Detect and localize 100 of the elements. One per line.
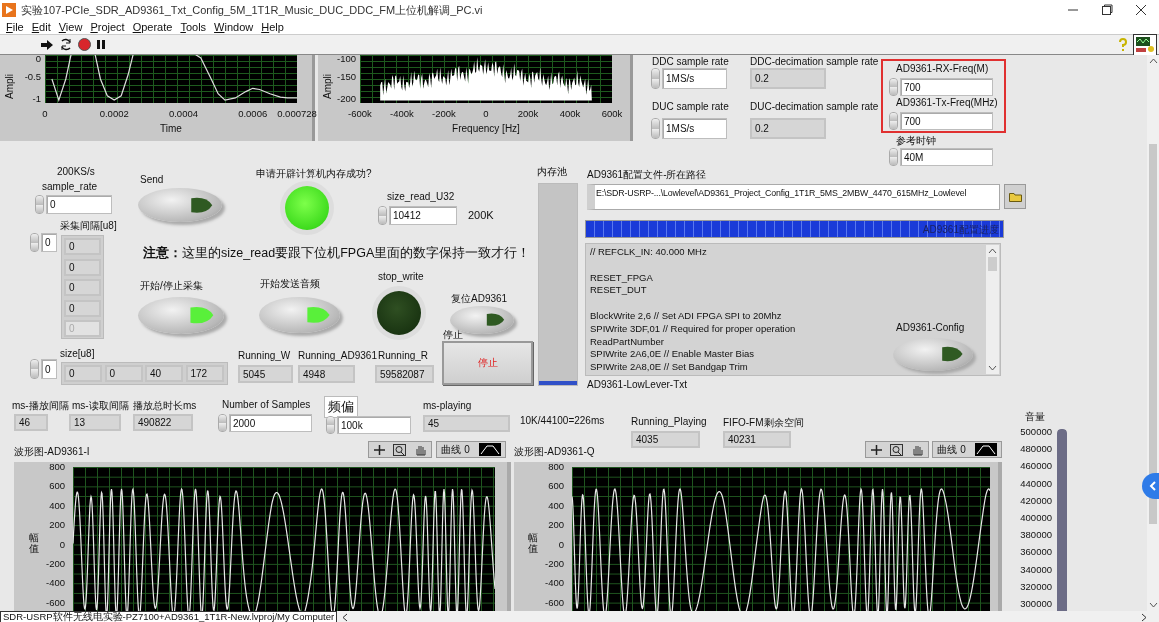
toggle-button[interactable] xyxy=(138,188,222,222)
array-element: 0 xyxy=(64,279,101,296)
menu-item[interactable]: File xyxy=(6,21,24,33)
button-label: 停止 xyxy=(443,328,463,342)
field-label: DUC sample rate xyxy=(652,101,729,112)
axis-tick-label: 0.000728 xyxy=(276,108,318,119)
numeric-indicator: 13 xyxy=(69,414,121,431)
scrollbar-thumb[interactable] xyxy=(1149,144,1157,524)
chevron-left-icon[interactable] xyxy=(1148,481,1156,491)
indicator-label: 申请开辟计算机内存成功? xyxy=(256,167,372,181)
toggle-button[interactable] xyxy=(138,297,224,334)
axis-tick-label: 800 xyxy=(49,461,65,472)
scrollbar-thumb[interactable] xyxy=(988,257,997,271)
axis-tick-label: -200 xyxy=(545,558,564,569)
numeric-indicator: 5045 xyxy=(238,365,293,383)
field-label: ms-读取间隔 xyxy=(72,399,129,413)
axis-tick-label: -0.5 xyxy=(24,71,41,82)
axis-tick-label: 600 xyxy=(548,480,564,492)
axis-tick-label: 800 xyxy=(548,461,564,472)
stop-button[interactable]: 停止 xyxy=(442,341,533,385)
numeric-field[interactable]: 700 xyxy=(900,78,993,96)
volume-slider[interactable] xyxy=(1057,429,1067,611)
line-style-icon[interactable] xyxy=(974,443,997,456)
field-label: Number of Samples xyxy=(222,399,311,410)
notice-text: 注意：这里的size_read要跟下位机FPGA里面的数字保持一致才行！ xyxy=(143,245,531,262)
array-element: 0 xyxy=(104,365,143,382)
scale-tick-label: 500000 xyxy=(1019,426,1052,437)
light-icon xyxy=(188,195,214,215)
field-label: Running_AD9361 xyxy=(298,350,377,361)
menu-item[interactable]: View xyxy=(58,21,83,33)
path-field[interactable]: E:\SDR-USRP-...\Lowlevel\AD9361_Project_Config_1T1R_5MS_2MBW_4470_615MHz_Lowlevel xyxy=(587,184,1000,210)
graph-palette[interactable] xyxy=(368,441,432,458)
numeric-indicator: 4948 xyxy=(298,365,355,383)
light-icon xyxy=(305,305,332,325)
light-icon xyxy=(188,305,216,326)
folder-icon xyxy=(1008,191,1022,202)
abort-icon[interactable] xyxy=(78,38,91,51)
numeric-field[interactable]: 700 xyxy=(900,112,993,130)
text-area-label: AD9361-LowLever-Txt xyxy=(587,379,688,390)
menu-item[interactable]: Operate xyxy=(132,21,173,33)
array-index-field[interactable]: 0 xyxy=(41,359,57,379)
numeric-field[interactable]: 1MS/s xyxy=(662,118,727,139)
graph-palette[interactable] xyxy=(865,441,929,458)
button-label: 开始/停止采集 xyxy=(140,279,203,293)
project-path: SDR-USRP软件无线电实验-PZ7100+AD9361_1T1R-New.lvproj/My Computer xyxy=(0,611,338,622)
axis-label: Time xyxy=(159,123,183,134)
zoom-icon[interactable] xyxy=(393,443,407,456)
toggle-button[interactable] xyxy=(259,297,340,333)
axis-tick-label: -400 xyxy=(46,577,65,589)
numeric-field[interactable]: 40M xyxy=(900,148,993,166)
button-label: AD9361-Config xyxy=(896,322,965,333)
axis-tick-label: 0 xyxy=(558,538,564,550)
menu-item[interactable]: Window xyxy=(214,21,254,33)
plot-legend[interactable]: 曲线 0 xyxy=(436,441,506,458)
field-label: 播放总时长ms xyxy=(133,399,197,413)
axis-tick-label: -400k xyxy=(389,108,415,119)
menu-item[interactable]: Help xyxy=(261,21,284,33)
light-icon xyxy=(485,312,506,328)
field-label: DDC sample rate xyxy=(652,56,729,67)
numeric-field[interactable]: 10412 xyxy=(389,206,457,225)
menu-item[interactable]: Project xyxy=(90,21,125,33)
axis-tick-label: 200k xyxy=(516,108,540,119)
scale-tick-label: 360000 xyxy=(1019,546,1052,558)
line-style-icon[interactable] xyxy=(478,443,501,456)
numeric-field[interactable]: 100k xyxy=(337,416,411,434)
cursor-icon[interactable] xyxy=(869,443,883,456)
menu-item[interactable]: Tools xyxy=(180,21,207,33)
numeric-field[interactable]: 0 xyxy=(46,195,112,214)
button-label: 开始发送音频 xyxy=(260,277,320,291)
legend-label: 曲线 0 xyxy=(937,442,966,457)
axis-tick-label: 200 xyxy=(548,519,564,531)
array-index-field[interactable]: 0 xyxy=(41,233,57,252)
numeric-field[interactable]: 1MS/s xyxy=(662,68,727,89)
browse-button[interactable] xyxy=(1004,184,1026,209)
field-label: Running_Playing xyxy=(631,416,707,427)
field-label: AD9361-Tx-Freq(MHz) xyxy=(896,97,998,108)
pause-icon[interactable] xyxy=(96,39,106,50)
axis-tick-label: 0 xyxy=(41,108,49,119)
field-label: 频偏 xyxy=(324,396,358,418)
run-arrow-icon[interactable] xyxy=(40,38,54,51)
array-element: 40 xyxy=(145,365,183,382)
field-label: Running_W xyxy=(238,350,291,361)
zoom-icon[interactable] xyxy=(890,443,904,456)
run-continuously-icon[interactable] xyxy=(59,38,73,51)
axis-label: 幅值 xyxy=(29,532,39,554)
axis-tick-label: 0.0006 xyxy=(237,108,269,119)
axis-tick-label: 600 xyxy=(49,480,65,492)
maximize-icon[interactable] xyxy=(1101,4,1113,16)
scale-tick-label: 460000 xyxy=(1019,460,1052,472)
close-icon[interactable] xyxy=(1135,4,1147,16)
scale-tick-label: 380000 xyxy=(1019,529,1052,541)
axis-tick-label: -200k xyxy=(431,108,457,119)
cursor-icon[interactable] xyxy=(372,443,386,456)
plot-legend[interactable]: 曲线 0 xyxy=(932,441,1002,458)
progress-label: AD9361配置进度 xyxy=(922,223,999,237)
numeric-field[interactable]: 2000 xyxy=(229,414,312,432)
scale-tick-label: 300000 xyxy=(1019,598,1052,609)
tank-label: 内存池 xyxy=(537,165,567,179)
side-panel-tab[interactable] xyxy=(1142,473,1159,499)
menu-item[interactable]: Edit xyxy=(31,21,51,33)
